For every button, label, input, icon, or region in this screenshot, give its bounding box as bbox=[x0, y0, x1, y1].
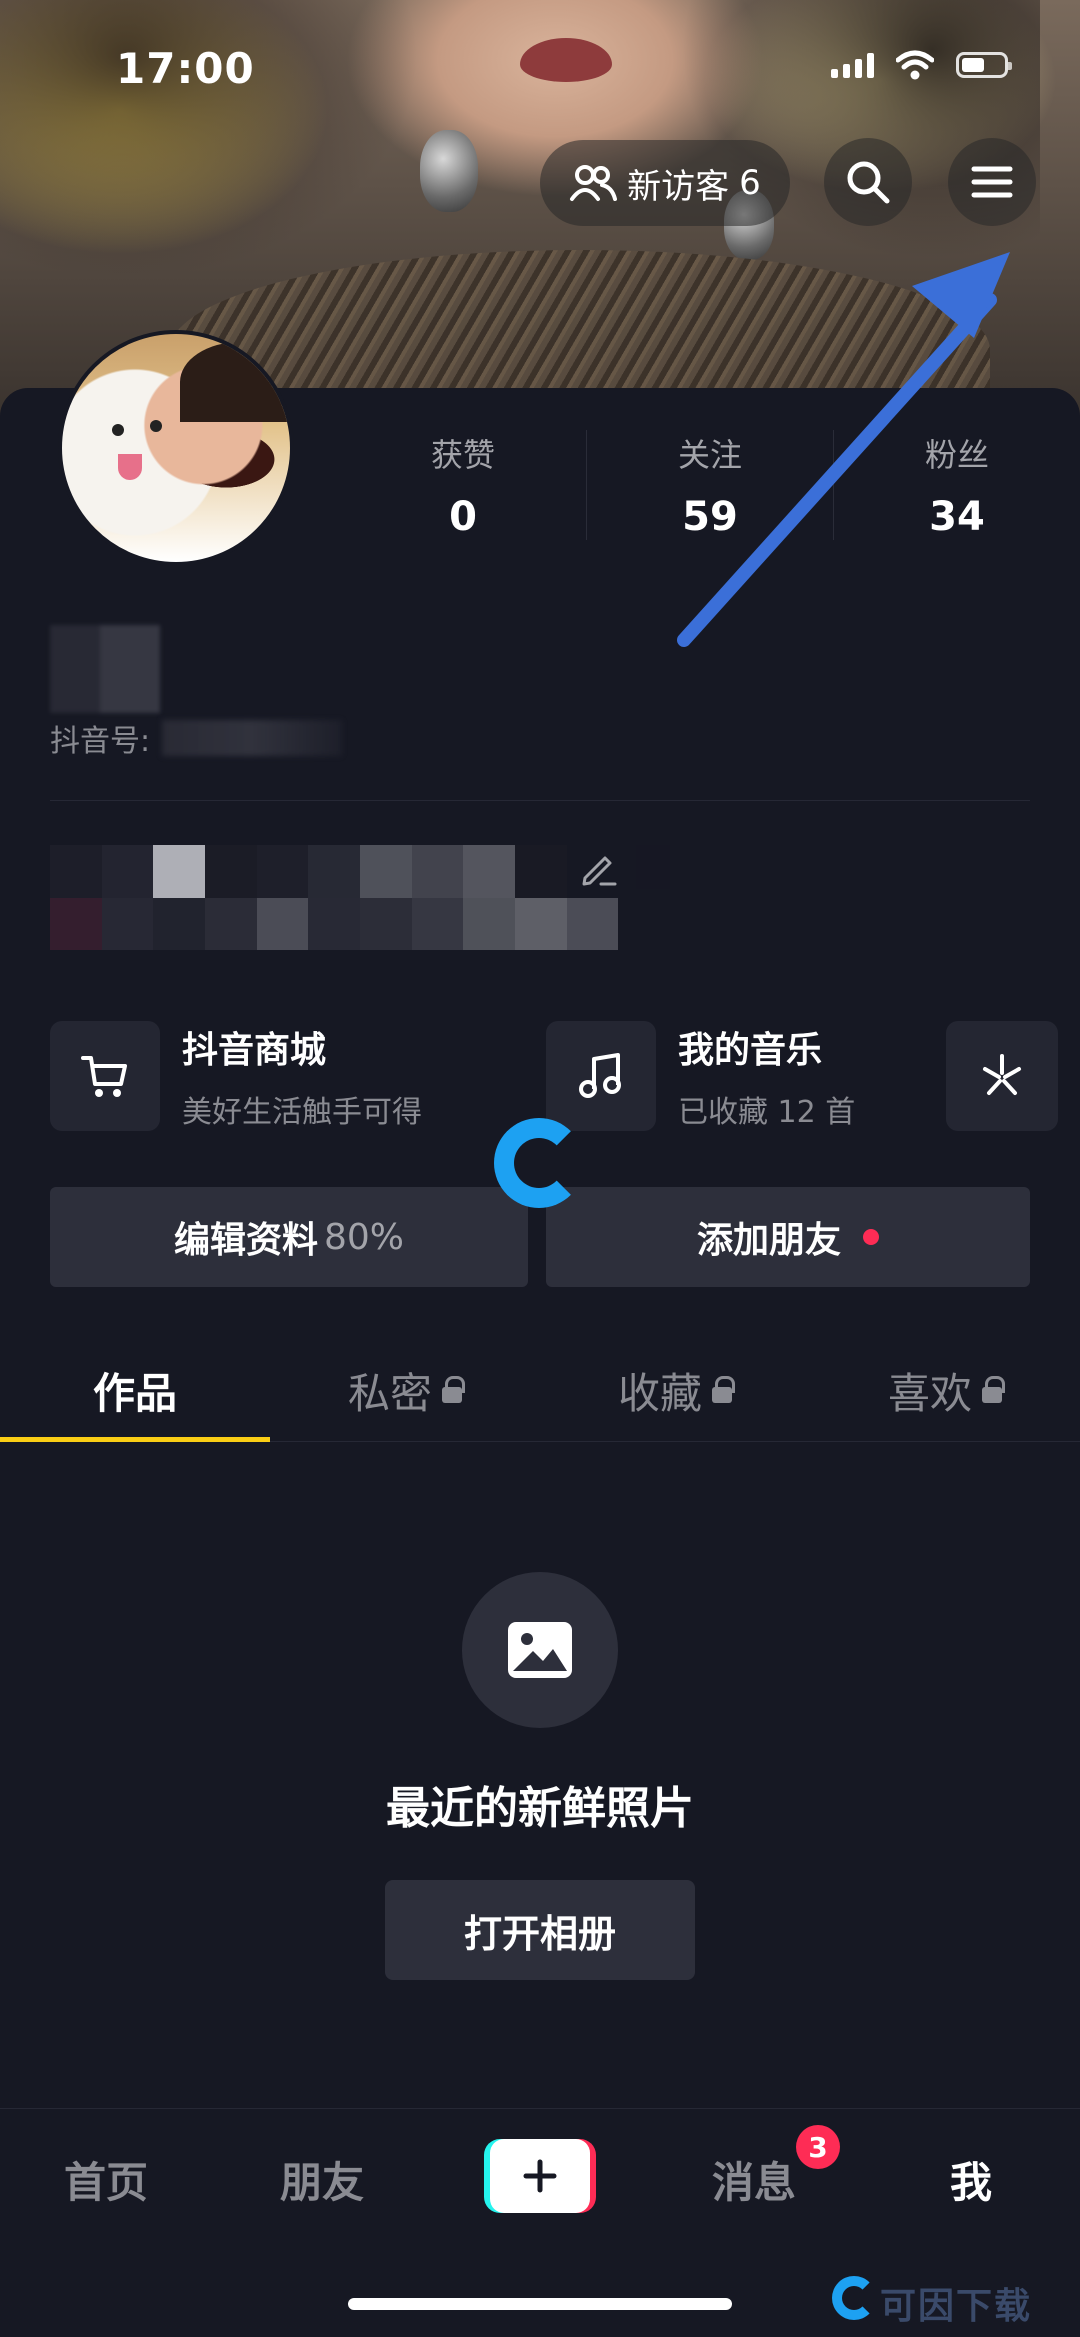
nav-friends[interactable]: 朋友 bbox=[280, 2149, 364, 2210]
nav-me[interactable]: 我 bbox=[950, 2149, 992, 2210]
watermark-text: 可因下载 bbox=[880, 2286, 1033, 2327]
nav-messages[interactable]: 消息 bbox=[712, 2149, 796, 2210]
nav-home[interactable]: 首页 bbox=[64, 2149, 148, 2210]
annotation-arrow bbox=[677, 252, 1010, 647]
watermark-corner-logo-icon bbox=[832, 2276, 876, 2320]
plus-icon bbox=[523, 2159, 557, 2193]
create-post-button[interactable] bbox=[484, 2139, 596, 2213]
home-indicator[interactable] bbox=[348, 2298, 732, 2310]
messages-badge: 3 bbox=[796, 2125, 840, 2169]
